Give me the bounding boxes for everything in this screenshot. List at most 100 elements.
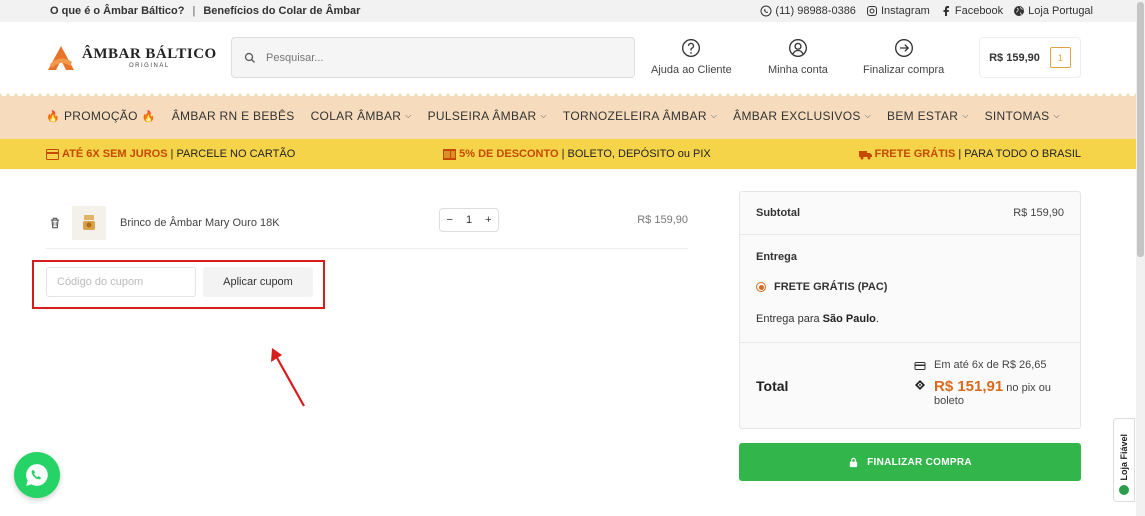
phone-text: (11) 98988-0386 [775, 5, 856, 17]
lock-icon [849, 457, 858, 467]
chevron-down-icon: ⌵ [962, 111, 969, 120]
chevron-down-icon: ⌵ [405, 111, 412, 120]
product-price: R$ 159,90 [637, 214, 688, 226]
qty-plus-button[interactable]: + [485, 214, 491, 226]
account-link[interactable]: Minha conta [768, 38, 828, 76]
trust-seal[interactable]: Loja Fiável [1113, 418, 1135, 502]
shipping-option[interactable]: FRETE GRÁTIS (PAC) [756, 281, 1064, 293]
coupon-input[interactable] [46, 267, 196, 297]
annotation-arrow [271, 348, 305, 407]
apply-coupon-button[interactable]: Aplicar cupom [203, 267, 313, 297]
earring-image-icon [83, 215, 95, 230]
subtotal-value: R$ 159,90 [1013, 207, 1064, 219]
quantity-stepper: − 1 + [439, 208, 499, 232]
instagram-link[interactable]: Instagram [866, 5, 930, 17]
instagram-text: Instagram [880, 5, 930, 17]
qty-value[interactable]: 1 [466, 214, 472, 226]
main-nav: 🔥 PROMOÇÃO 🔥 ÂMBAR RN E BEBÊS COLAR ÂMBA… [0, 93, 1145, 139]
whatsapp-icon [26, 464, 48, 486]
trash-icon[interactable] [48, 216, 62, 230]
nav-item-colar[interactable]: COLAR ÂMBAR ⌵ [311, 109, 412, 123]
chevron-down-icon: ⌵ [710, 111, 718, 120]
promo-shipping: FRETE GRÁTIS | PARA TODO O BRASIL [858, 148, 1081, 160]
trust-seal-text: Loja Fiável [1119, 434, 1129, 481]
total-row: Total Em até 6x de R$ 26,65 R$ 151,91 no… [740, 343, 1080, 429]
pix-value: R$ 151,91 [934, 378, 1004, 395]
nav-item-exclusivos[interactable]: ÂMBAR EXCLUSIVOS ⌵ [733, 109, 871, 123]
nav-item-rn-bebes[interactable]: ÂMBAR RN E BEBÊS [172, 109, 295, 123]
scrollbar-thumb[interactable] [1137, 2, 1144, 257]
top-contacts: (11) 98988-0386 Instagram Facebook Loja … [760, 5, 1093, 17]
whatsapp-icon [760, 5, 772, 17]
link-what-is-amber[interactable]: O que é o Âmbar Báltico? [50, 5, 184, 17]
promo-bar: ATÉ 6X SEM JUROS | PARCELE NO CARTÃO 5% … [0, 139, 1145, 169]
cart-count-badge: 1 [1049, 47, 1071, 68]
order-summary: Subtotal R$ 159,90 Entrega FRETE GRÁTIS … [739, 191, 1081, 429]
shipping-label: Entrega [756, 251, 797, 263]
shipping-option-label: FRETE GRÁTIS (PAC) [774, 281, 888, 293]
link-benefits[interactable]: Benefícios do Colar de Âmbar [203, 5, 360, 17]
installments-text: Em até 6x de R$ 26,65 [934, 359, 1047, 371]
product-thumbnail[interactable] [72, 206, 106, 240]
nav-item-bem-estar[interactable]: BEM ESTAR ⌵ [887, 109, 969, 123]
nav-item-promocao[interactable]: 🔥 PROMOÇÃO 🔥 [46, 109, 156, 123]
nav-item-pulseira[interactable]: PULSEIRA ÂMBAR ⌵ [428, 109, 547, 123]
nav-item-sintomas[interactable]: SINTOMAS ⌵ [985, 109, 1060, 123]
credit-card-icon [914, 362, 926, 370]
top-bar: O que é o Âmbar Báltico? | Benefícios do… [0, 0, 1145, 22]
phone-link[interactable]: (11) 98988-0386 [760, 5, 856, 17]
portugal-text: Loja Portugal [1028, 5, 1093, 17]
separator: | [192, 5, 196, 17]
barcode-icon [443, 148, 457, 160]
search-icon [244, 52, 255, 63]
shipping-section: Entrega FRETE GRÁTIS (PAC) Entrega para … [740, 235, 1080, 343]
whatsapp-float-button[interactable] [14, 452, 60, 498]
chevron-down-icon: ⌵ [540, 111, 547, 120]
chevron-down-icon: ⌵ [864, 111, 872, 120]
header: ÂMBAR BÁLTICO ORIGINAL Ajuda ao Cliente … [0, 22, 1145, 93]
truck-icon [858, 150, 872, 159]
promo-discount: 5% DE DESCONTO | BOLETO, DEPÓSITO ou PIX [443, 148, 711, 160]
pix-icon [915, 380, 925, 390]
amber-logo-icon [48, 45, 74, 70]
finalize-purchase-button[interactable]: FINALIZAR COMPRA [739, 443, 1081, 481]
help-link[interactable]: Ajuda ao Cliente [651, 38, 732, 76]
nav-item-tornozeleira[interactable]: TORNOZELEIRA ÂMBAR ⌵ [563, 109, 717, 123]
help-label: Ajuda ao Cliente [651, 64, 732, 76]
destination-city[interactable]: São Paulo [823, 313, 876, 325]
promo-installments: ATÉ 6X SEM JUROS | PARCELE NO CARTÃO [46, 148, 295, 160]
total-label: Total [756, 378, 789, 394]
cart-item-row: Brinco de Âmbar Mary Ouro 18K − 1 + R$ 1… [46, 198, 688, 249]
brand-name: ÂMBAR BÁLTICO [82, 46, 217, 62]
cart-total: R$ 159,90 [989, 51, 1040, 64]
brand-sub: ORIGINAL [129, 63, 170, 69]
facebook-text: Facebook [954, 5, 1004, 17]
credit-card-icon [46, 148, 59, 160]
facebook-link[interactable]: Facebook [940, 5, 1003, 17]
search-input[interactable] [266, 51, 596, 64]
chevron-down-icon: ⌵ [1053, 111, 1060, 120]
user-icon [788, 39, 807, 57]
top-links: O que é o Âmbar Báltico? | Benefícios do… [50, 5, 360, 17]
fire-icon: 🔥 [46, 110, 60, 123]
check-icon [1119, 485, 1129, 495]
arrow-right-circle-icon [894, 39, 913, 57]
search-box [231, 37, 635, 78]
facebook-icon [943, 6, 949, 16]
globe-icon [1014, 6, 1025, 16]
account-label: Minha conta [768, 64, 828, 76]
checkout-link[interactable]: Finalizar compra [863, 38, 944, 76]
shipping-radio[interactable] [756, 282, 766, 292]
fire-icon: 🔥 [141, 110, 156, 123]
logo[interactable]: ÂMBAR BÁLTICO ORIGINAL [46, 44, 231, 72]
subtotal-label: Subtotal [756, 207, 800, 219]
qty-minus-button[interactable]: − [447, 214, 453, 226]
product-name[interactable]: Brinco de Âmbar Mary Ouro 18K [120, 217, 280, 229]
cart-button[interactable]: R$ 159,90 1 [979, 37, 1081, 78]
portugal-link[interactable]: Loja Portugal [1013, 5, 1093, 17]
page-scrollbar[interactable] [1136, 0, 1145, 516]
instagram-icon [866, 6, 877, 16]
shipping-destination: Entrega para São Paulo. [756, 313, 879, 325]
checkout-label: Finalizar compra [863, 64, 945, 76]
question-icon [682, 39, 701, 57]
